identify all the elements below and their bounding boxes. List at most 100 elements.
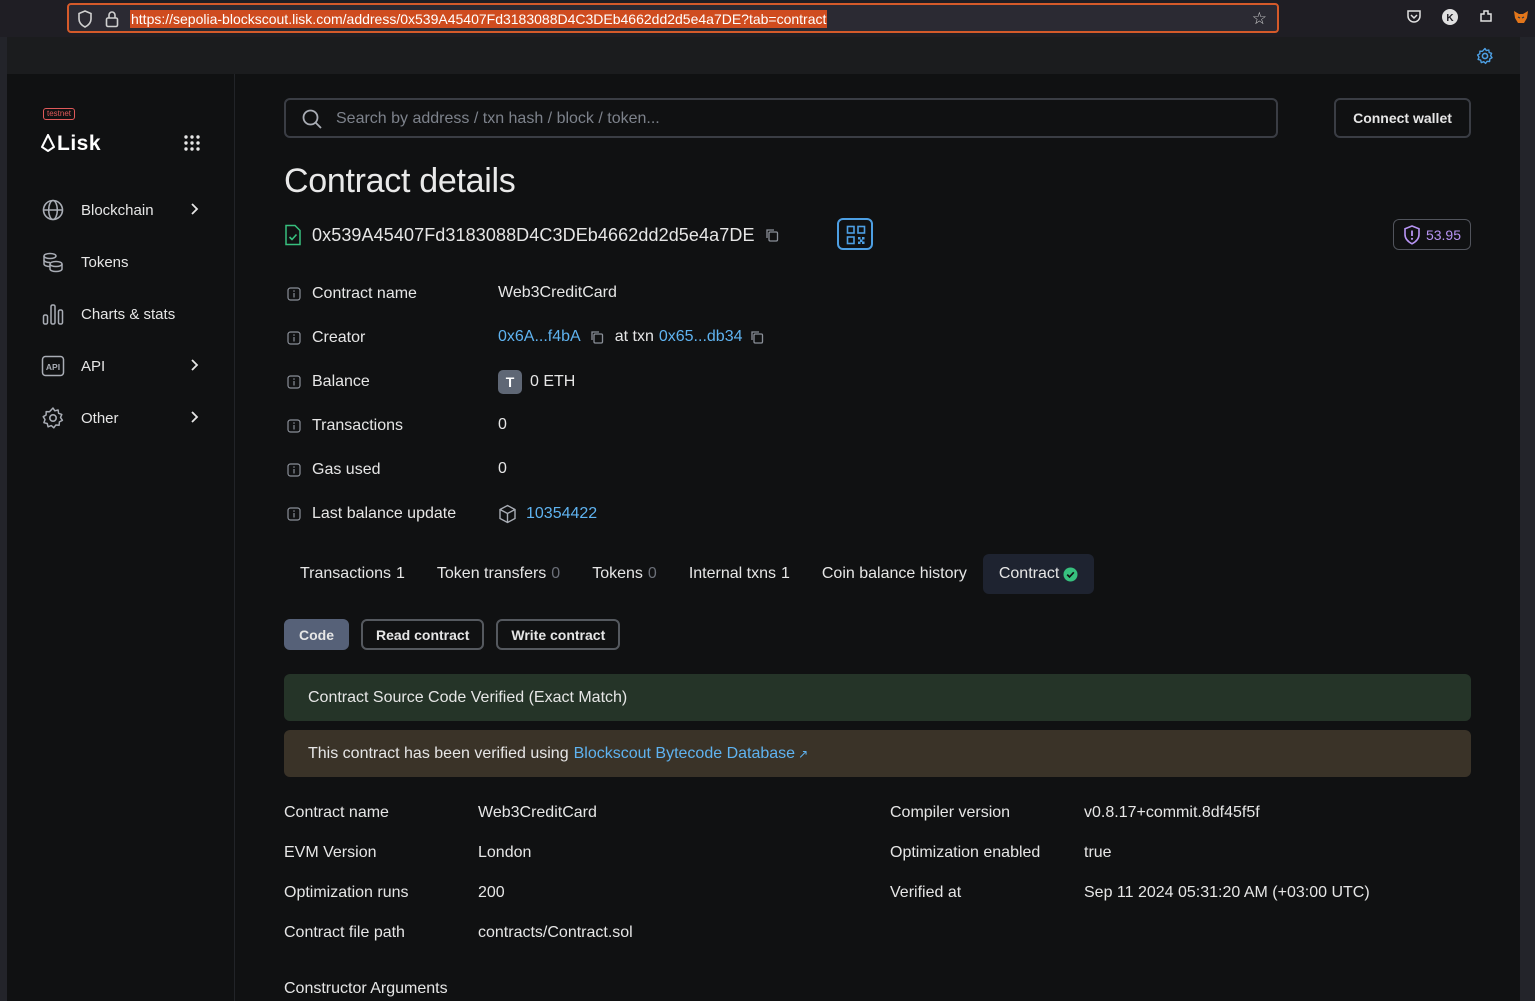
tab-label: Token transfers — [436, 565, 547, 582]
security-score-value: 53.95 — [1425, 226, 1462, 243]
pocket-icon[interactable] — [1404, 8, 1424, 28]
transactions-value: 0 — [498, 416, 507, 433]
sidebar-item-blockchain[interactable]: Blockchain — [41, 192, 221, 228]
tab-tokens[interactable]: Tokens 0 — [576, 554, 673, 594]
contract-address[interactable]: 0x539A45407Fd3183088D4C3DEb4662dd2d5e4a7… — [312, 225, 755, 246]
creator-address-link[interactable]: 0x6A...f4bA — [498, 328, 581, 346]
info-icon[interactable] — [287, 507, 301, 521]
extensions-icon[interactable] — [1476, 8, 1496, 28]
connect-wallet-button[interactable]: Connect wallet — [1334, 98, 1471, 138]
bookmark-star-icon[interactable]: ☆ — [1252, 10, 1267, 28]
detail-label: Optimization enabled — [890, 844, 1041, 861]
block-number-link[interactable]: 10354422 — [526, 505, 597, 523]
info-icon[interactable] — [287, 287, 301, 301]
info-row-balance: Balance T 0 ETH — [284, 370, 575, 394]
detail-value: London — [478, 844, 532, 861]
creation-txn-link[interactable]: 0x65...db34 — [659, 328, 743, 346]
sidebar-item-label: Other — [81, 409, 119, 427]
copy-icon[interactable] — [590, 330, 604, 344]
settings-gear-icon[interactable] — [1476, 47, 1494, 65]
chevron-right-icon — [191, 411, 199, 423]
tab-coin-balance-history[interactable]: Coin balance history — [806, 554, 983, 594]
last-balance-update-value: 10354422 — [498, 504, 597, 524]
window-border-left — [0, 37, 7, 1001]
balance-amount: 0 ETH — [530, 373, 576, 390]
tab-transactions[interactable]: Transactions 1 — [284, 554, 421, 594]
tab-internal-txns[interactable]: Internal txns 1 — [673, 554, 806, 594]
detail-label: Contract name — [284, 804, 389, 821]
logo-text: Lisk — [57, 132, 102, 155]
bytecode-db-prefix: This contract has been verified using — [308, 744, 569, 762]
shield-alert-icon — [1404, 224, 1420, 245]
top-strip — [7, 37, 1520, 74]
coins-icon — [43, 252, 63, 273]
sidebar-item-label: API — [81, 357, 106, 375]
lisk-drop-icon — [41, 134, 55, 152]
creator-value: 0x6A...f4bA at txn 0x65...db34 — [498, 328, 764, 346]
profile-k-icon[interactable]: K — [1440, 8, 1460, 28]
at-txn-text: at txn — [614, 328, 654, 345]
url-bar[interactable]: https://sepolia-blockscout.lisk.com/addr… — [67, 3, 1279, 33]
external-link-icon: ↗ — [798, 746, 809, 761]
metamask-fox-icon[interactable] — [1511, 8, 1531, 28]
shield-icon[interactable] — [77, 10, 93, 28]
globe-icon — [42, 199, 64, 221]
lock-icon[interactable] — [105, 10, 119, 28]
tab-token-transfers[interactable]: Token transfers 0 — [421, 554, 576, 594]
tab-label: Tokens — [592, 565, 643, 582]
svg-text:K: K — [1446, 13, 1454, 24]
tab-label: Internal txns — [688, 565, 776, 582]
verified-alert-text: Contract Source Code Verified (Exact Mat… — [308, 688, 628, 706]
apps-grid-icon[interactable] — [183, 134, 201, 152]
sidebar-item-tokens[interactable]: Tokens — [41, 244, 221, 280]
info-row-creator: Creator 0x6A...f4bA at txn 0x65...db34 — [284, 326, 764, 350]
info-icon[interactable] — [287, 375, 301, 389]
svg-text:API: API — [46, 362, 60, 372]
bytecode-db-link[interactable]: Blockscout Bytecode Database — [574, 745, 795, 763]
block-cube-icon — [499, 504, 516, 524]
contract-verified-file-icon — [285, 224, 301, 246]
tab-contract[interactable]: Contract — [982, 554, 1095, 594]
sidebar-item-other[interactable]: Other — [41, 400, 221, 436]
info-icon[interactable] — [287, 463, 301, 477]
copy-icon[interactable] — [750, 330, 764, 344]
gear-icon — [42, 407, 64, 429]
info-label: Contract name — [312, 285, 417, 302]
lisk-logo[interactable]: Lisk — [41, 132, 101, 156]
tab-label: Coin balance history — [821, 565, 967, 582]
info-row-transactions: Transactions 0 — [284, 414, 512, 438]
write-contract-button[interactable]: Write contract — [496, 619, 621, 650]
gas-used-value: 0 — [498, 460, 507, 477]
sidebar-item-label: Charts & stats — [81, 305, 176, 323]
verified-check-icon — [1063, 567, 1078, 581]
info-icon[interactable] — [287, 331, 301, 345]
search-input[interactable] — [336, 108, 1236, 130]
code-button[interactable]: Code — [284, 619, 349, 650]
security-score-badge[interactable]: 53.95 — [1393, 219, 1471, 250]
search-box[interactable] — [284, 98, 1278, 138]
chevron-right-icon — [191, 203, 199, 215]
sidebar-item-api[interactable]: API API — [41, 348, 221, 384]
api-icon: API — [41, 355, 65, 377]
info-label: Last balance update — [312, 505, 457, 522]
address-tabs: Transactions 1 Token transfers 0 Tokens 0 I… — [284, 554, 1095, 594]
tab-count: 1 — [780, 565, 790, 582]
copy-icon[interactable] — [765, 228, 779, 242]
browser-toolbar: https://sepolia-blockscout.lisk.com/addr… — [0, 0, 1535, 37]
read-contract-button[interactable]: Read contract — [361, 619, 485, 650]
page-title: Contract details — [284, 162, 516, 200]
info-row-last-balance-update: Last balance update 10354422 — [284, 502, 597, 526]
sidebar-item-label: Blockchain — [81, 201, 154, 219]
chevron-right-icon — [191, 359, 199, 371]
sidebar-item-charts-stats[interactable]: Charts & stats — [41, 296, 221, 332]
qr-code-button[interactable] — [837, 218, 873, 250]
sidebar-item-label: Tokens — [81, 253, 129, 271]
tab-label: Contract — [998, 565, 1060, 582]
testnet-badge: testnet — [43, 108, 76, 120]
contract-address-row: 0x539A45407Fd3183088D4C3DEb4662dd2d5e4a7… — [284, 220, 779, 250]
info-label: Gas used — [312, 461, 381, 478]
detail-label: Optimization runs — [284, 884, 409, 901]
info-label: Balance — [312, 373, 370, 390]
info-icon[interactable] — [287, 419, 301, 433]
url-text[interactable]: https://sepolia-blockscout.lisk.com/addr… — [130, 10, 828, 28]
